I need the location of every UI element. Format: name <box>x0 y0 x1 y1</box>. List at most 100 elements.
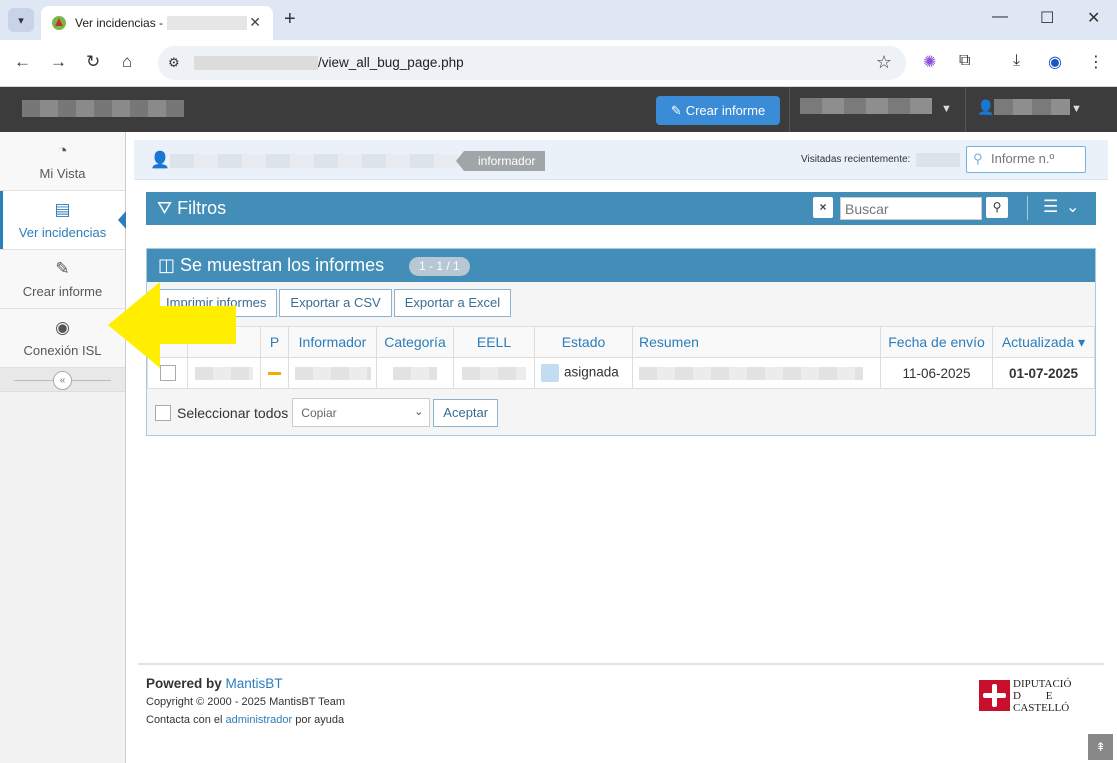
create-issue-label: Crear informe <box>685 103 766 118</box>
url-host-redacted <box>194 56 318 70</box>
site-info-icon[interactable]: ⚙ <box>168 55 180 71</box>
summary-redacted[interactable] <box>639 367 863 381</box>
row-eell-cell <box>453 357 535 389</box>
divider <box>1027 196 1028 220</box>
search-icon: ⚲ <box>973 151 983 166</box>
column-priority[interactable]: P <box>260 326 289 358</box>
app-brand-redacted[interactable] <box>22 100 184 117</box>
chevron-down-icon[interactable]: ▼ <box>1071 103 1082 115</box>
priority-normal-icon <box>268 372 281 376</box>
issue-id-search[interactable]: ⚲ <box>966 146 1086 173</box>
export-excel-button[interactable]: Exportar a Excel <box>393 289 512 317</box>
eye-icon: ◉ <box>55 318 70 337</box>
breadcrumb: 👤 informador Visitadas recientemente: ⚲ <box>134 140 1108 180</box>
user-icon: 👤 <box>150 152 170 169</box>
username-redacted[interactable] <box>170 154 458 168</box>
edit-icon: ✎ <box>55 259 70 278</box>
table-row[interactable]: asignada 11-06-2025 01-07-2025 <box>147 357 1095 389</box>
issues-table: P Informador Categoría EELL Estado Resum… <box>147 326 1095 389</box>
row-submitted-cell: 11-06-2025 <box>880 357 993 389</box>
sidebar-item-ver-incidencias[interactable]: ▤ Ver incidencias <box>0 191 126 250</box>
bookmark-star-icon[interactable]: ☆ <box>876 52 892 73</box>
sidebar-item-conexion-isl[interactable]: ◉ Conexión ISL <box>0 309 125 368</box>
column-status[interactable]: Estado <box>534 326 633 358</box>
select-all-checkbox[interactable] <box>155 404 171 421</box>
results-widget: ◫ Se muestran los informes 1 - 1 / 1 Imp… <box>146 248 1096 436</box>
accept-button[interactable]: Aceptar <box>433 398 499 427</box>
logo-mark-icon <box>979 680 1010 711</box>
address-bar[interactable]: ⚙ /view_all_bug_page.php ☆ <box>158 46 906 80</box>
issue-id-input[interactable] <box>991 151 1081 166</box>
status-text: asignada <box>564 364 619 380</box>
download-icon[interactable]: ⤓ <box>1013 52 1020 70</box>
reload-icon[interactable]: ↻ <box>86 52 100 72</box>
row-status-cell: asignada <box>534 357 633 389</box>
sidebar-item-crear-informe[interactable]: ✎ Crear informe <box>0 250 125 309</box>
powered-by: Powered by MantisBT <box>146 676 283 691</box>
column-summary[interactable]: Resumen <box>632 326 881 358</box>
sidebar-item-label: Mi Vista <box>39 166 86 181</box>
scroll-to-top-icon[interactable]: ⇞ <box>1088 734 1113 760</box>
clear-filter-button[interactable]: × <box>813 197 833 218</box>
mantisbt-link[interactable]: MantisBT <box>226 676 283 691</box>
profile-icon[interactable]: ◉ <box>1048 52 1062 72</box>
extensions-puzzle-icon[interactable]: ⧉ <box>959 52 970 70</box>
extension-icon[interactable]: ✺ <box>923 52 936 72</box>
navbar-divider <box>965 87 966 132</box>
sidebar-item-mi-vista[interactable]: ◔ Mi Vista <box>0 132 125 191</box>
menu-icon[interactable]: ☰ <box>1043 197 1058 217</box>
window-close-icon[interactable]: ✕ <box>1087 8 1100 28</box>
app-navbar: ✎ Crear informe ▼ 👤 ▼ <box>0 87 1117 132</box>
home-icon[interactable]: ⌂ <box>122 52 132 72</box>
copyright: Copyright © 2000 - 2025 MantisBT Team <box>146 696 346 708</box>
sidebar: ◔ Mi Vista ▤ Ver incidencias ✎ Crear inf… <box>0 132 126 763</box>
recently-visited-redacted[interactable] <box>916 153 960 167</box>
chevron-down-icon: ⌄ <box>414 406 424 418</box>
project-selector-redacted[interactable] <box>800 98 932 114</box>
tab-close-icon[interactable]: ✕ <box>249 14 261 31</box>
tab-search-chevron-icon[interactable]: ▾ <box>8 8 34 32</box>
user-menu-redacted[interactable] <box>994 99 1070 115</box>
browser-menu-icon[interactable]: ⋮ <box>1088 52 1104 72</box>
reporter-redacted <box>294 367 371 381</box>
logo-text: DIPUTACIÓ D E CASTELLÓ <box>1013 678 1072 714</box>
select-all-label[interactable]: Seleccionar todos <box>177 405 288 421</box>
filter-search-box[interactable] <box>840 197 982 220</box>
export-csv-button[interactable]: Exportar a CSV <box>279 289 392 317</box>
user-icon: 👤 <box>977 99 995 115</box>
forward-icon[interactable]: → <box>50 52 67 72</box>
chevron-down-icon[interactable]: ▼ <box>941 103 952 115</box>
url-text: /view_all_bug_page.php <box>318 55 464 70</box>
row-priority-cell <box>260 357 289 389</box>
column-submitted[interactable]: Fecha de envío <box>880 326 993 358</box>
admin-link[interactable]: administrador <box>226 714 293 726</box>
diputacio-castello-logo[interactable]: DIPUTACIÓ D E CASTELLÓ <box>979 678 1082 714</box>
issue-id-redacted[interactable] <box>195 367 253 381</box>
collapse-sidebar-icon[interactable]: « <box>53 371 72 390</box>
tab-title-redacted <box>167 16 248 30</box>
column-reporter[interactable]: Informador <box>288 326 377 358</box>
filter-icon: ⛛ <box>157 198 173 218</box>
list-icon: ▤ <box>54 200 71 219</box>
browser-tab[interactable]: Ver incidencias - ✕ <box>41 6 273 40</box>
search-icon[interactable]: ⚲ <box>986 197 1008 218</box>
maximize-icon[interactable]: ☐ <box>1040 8 1054 28</box>
column-eell[interactable]: EELL <box>453 326 535 358</box>
filter-search-input[interactable] <box>845 201 975 217</box>
row-summary-cell <box>632 357 881 389</box>
column-category[interactable]: Categoría <box>376 326 454 358</box>
bulk-action-value: Copiar <box>301 406 337 420</box>
chevron-down-icon[interactable]: ⌄ <box>1066 197 1079 217</box>
results-header: ◫ Se muestran los informes 1 - 1 / 1 <box>147 249 1095 282</box>
dashboard-icon: ◔ <box>57 141 68 160</box>
minimize-icon[interactable]: — <box>992 8 1008 26</box>
table-header-row: P Informador Categoría EELL Estado Resum… <box>147 326 1095 358</box>
back-icon[interactable]: ← <box>14 52 31 72</box>
sidebar-collapse-row: « <box>0 368 125 392</box>
filters-title[interactable]: ⛛ Filtros <box>157 198 226 219</box>
column-updated[interactable]: Actualizada ▾ <box>992 326 1095 358</box>
bulk-action-select[interactable]: Copiar ⌄ <box>292 398 431 427</box>
footer-divider <box>138 663 1104 665</box>
create-issue-button[interactable]: ✎ Crear informe <box>656 96 780 125</box>
new-tab-icon[interactable]: + <box>284 8 296 31</box>
